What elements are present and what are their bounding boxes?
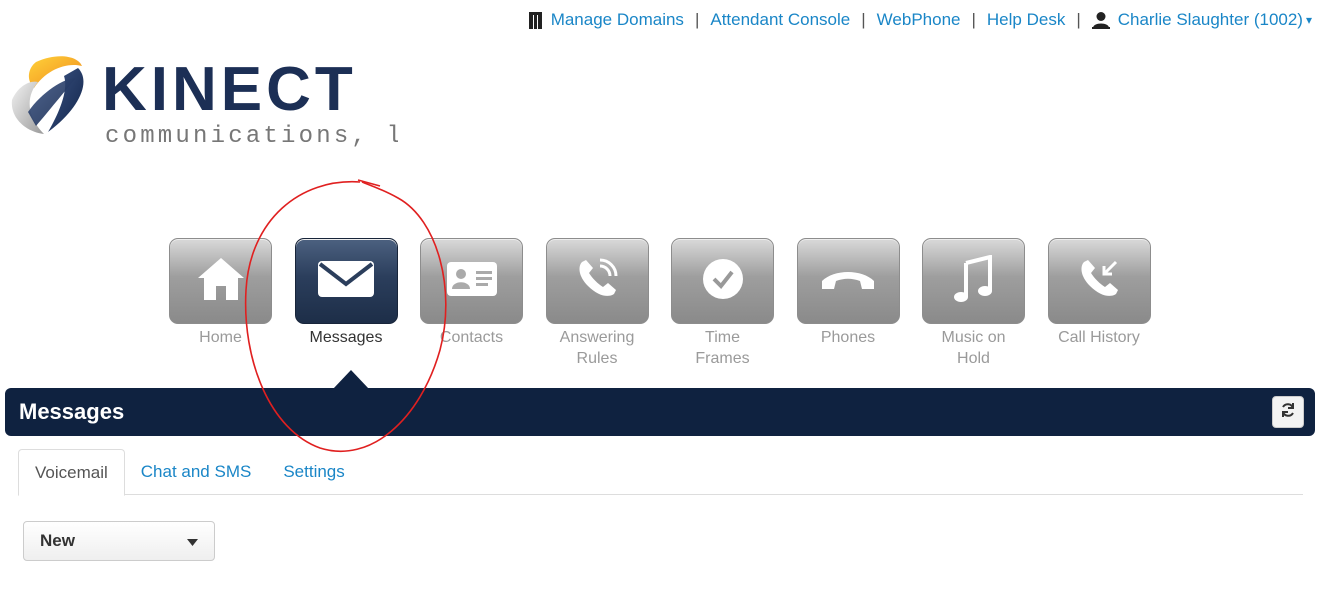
nav-music-on-hold-label-line2: Hold bbox=[957, 350, 990, 367]
nav-time-frames-tile[interactable] bbox=[671, 238, 774, 324]
nav-time-frames[interactable]: Time Frames bbox=[670, 238, 775, 369]
nav-answering-rules-label-line1: Answering bbox=[559, 329, 635, 346]
separator: | bbox=[694, 10, 700, 29]
tab-voicemail[interactable]: Voicemail bbox=[18, 449, 125, 496]
chevron-down-icon[interactable]: ▾ bbox=[1306, 13, 1312, 27]
user-menu-link[interactable]: Charlie Slaughter (1002) bbox=[1118, 10, 1303, 30]
tab-settings[interactable]: Settings bbox=[267, 449, 360, 493]
envelope-icon bbox=[317, 260, 375, 303]
nav-call-history[interactable]: Call History bbox=[1047, 238, 1152, 369]
nav-call-history-tile[interactable] bbox=[1047, 238, 1151, 324]
voicemail-folder-value: New bbox=[40, 531, 75, 550]
message-tabs: Voicemail Chat and SMS Settings bbox=[18, 449, 1303, 496]
manage-domains-link[interactable]: Manage Domains bbox=[551, 10, 684, 30]
nav-home-tile[interactable] bbox=[169, 238, 272, 324]
nav-time-frames-label-line1: Time bbox=[705, 329, 740, 346]
nav-home-label: Home bbox=[199, 329, 242, 346]
nav-messages-label: Messages bbox=[309, 329, 383, 346]
nav-music-on-hold-label-line1: Music on bbox=[941, 329, 1006, 346]
nav-music-on-hold-label: Music on Hold bbox=[921, 327, 1026, 369]
phone-handset-icon bbox=[820, 267, 876, 296]
clock-icon bbox=[701, 257, 745, 306]
call-history-icon bbox=[1076, 256, 1122, 307]
nav-contacts-tile[interactable] bbox=[420, 238, 523, 324]
nav-answering-rules-label: Answering Rules bbox=[545, 327, 650, 369]
page-title: Messages bbox=[19, 399, 125, 424]
nav-phones-tile[interactable] bbox=[796, 238, 900, 324]
nav-answering-rules-label-line2: Rules bbox=[576, 350, 618, 367]
separator: | bbox=[971, 10, 976, 29]
voicemail-folder-select[interactable]: New bbox=[23, 521, 215, 561]
home-icon bbox=[196, 256, 246, 307]
contact-card-icon bbox=[446, 261, 498, 302]
section-header: Messages bbox=[5, 388, 1315, 436]
tab-chat-and-sms[interactable]: Chat and SMS bbox=[125, 449, 268, 493]
refresh-icon bbox=[1280, 402, 1296, 423]
phone-ringing-icon bbox=[574, 256, 620, 307]
nav-music-on-hold-tile[interactable] bbox=[922, 238, 1025, 324]
company-logo: KINECT communications, llc bbox=[8, 52, 398, 152]
main-nav: Home Messages Contacts Answering Rules T… bbox=[168, 238, 1172, 369]
nav-answering-rules-tile[interactable] bbox=[545, 238, 649, 324]
nav-contacts-label: Contacts bbox=[439, 329, 504, 346]
nav-time-frames-label-line2: Frames bbox=[695, 350, 750, 367]
nav-call-history-label: Call History bbox=[1058, 329, 1140, 346]
nav-messages-tile[interactable] bbox=[294, 238, 398, 324]
separator: | bbox=[861, 10, 866, 29]
top-links-bar: Manage Domains | Attendant Console | Web… bbox=[528, 10, 1312, 30]
nav-phones-label: Phones bbox=[820, 329, 876, 346]
separator: | bbox=[1076, 10, 1081, 29]
nav-answering-rules[interactable]: Answering Rules bbox=[545, 238, 650, 369]
user-icon bbox=[1091, 11, 1110, 29]
attendant-console-link[interactable]: Attendant Console bbox=[710, 10, 850, 30]
logo-wordmark: KINECT bbox=[102, 55, 357, 124]
nav-phones[interactable]: Phones bbox=[796, 238, 901, 369]
logo-tagline: communications, llc bbox=[105, 123, 398, 150]
nav-home[interactable]: Home bbox=[168, 238, 273, 369]
caret-down-icon bbox=[187, 531, 198, 551]
help-desk-link[interactable]: Help Desk bbox=[987, 10, 1065, 30]
refresh-button[interactable] bbox=[1272, 396, 1304, 428]
active-nav-pointer bbox=[333, 370, 369, 389]
music-note-icon bbox=[953, 253, 994, 308]
building-icon bbox=[528, 11, 543, 29]
nav-music-on-hold[interactable]: Music on Hold bbox=[921, 238, 1026, 369]
nav-time-frames-label: Time Frames bbox=[670, 327, 775, 369]
nav-messages[interactable]: Messages bbox=[294, 238, 399, 369]
nav-contacts[interactable]: Contacts bbox=[419, 238, 524, 369]
webphone-link[interactable]: WebPhone bbox=[877, 10, 961, 30]
